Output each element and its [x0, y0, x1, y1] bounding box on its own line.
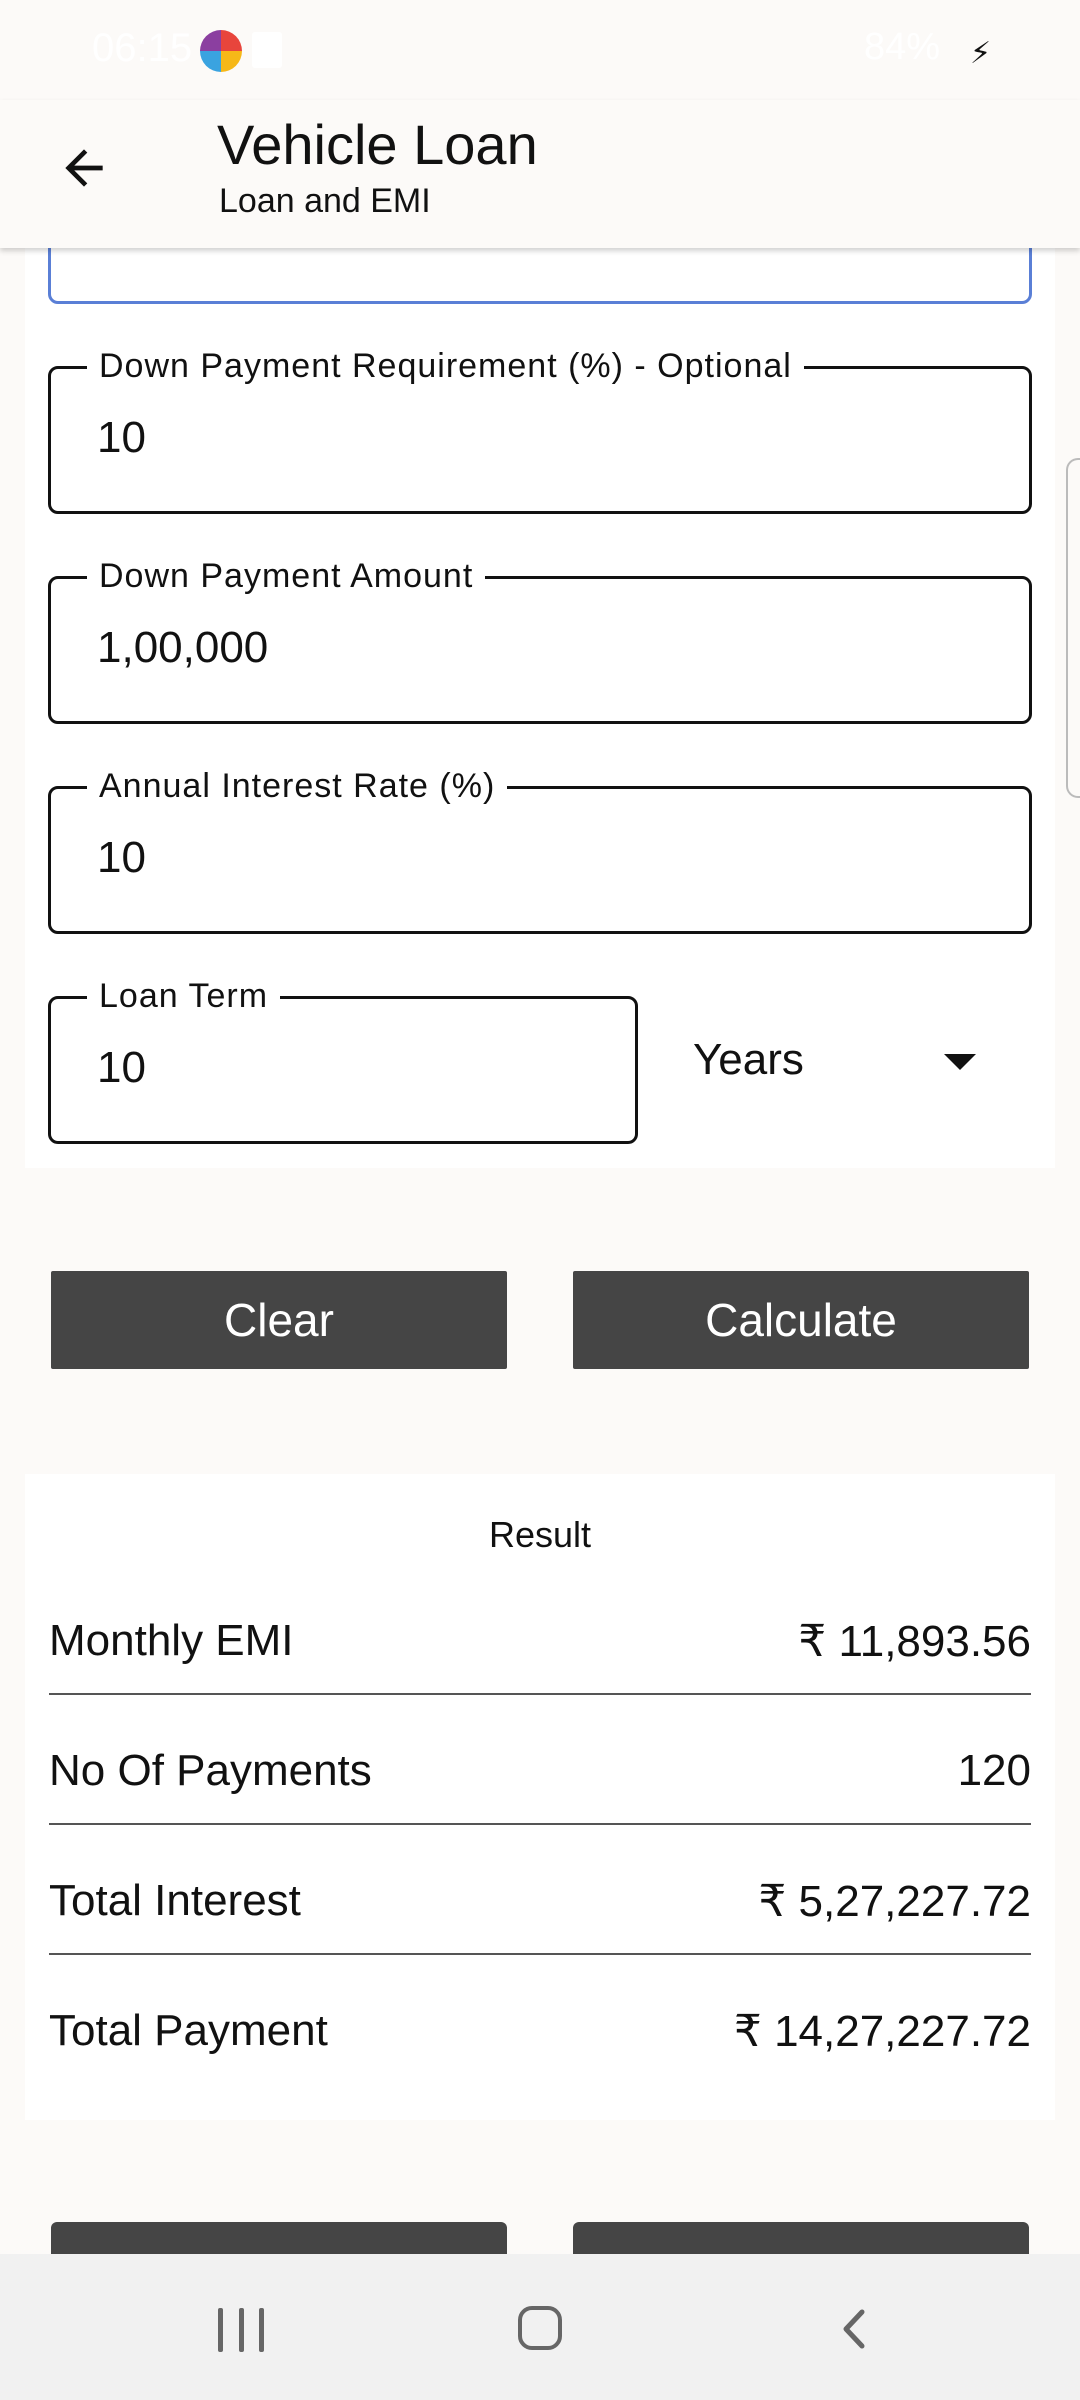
down-payment-requirement-field[interactable]: Down Payment Requirement (%) - Optional …: [48, 344, 1032, 514]
back-arrow-icon[interactable]: [44, 128, 124, 208]
result-row: Total Interest ₹ 5,27,227.72: [49, 1834, 1031, 1964]
page-subtitle: Loan and EMI: [219, 182, 431, 220]
loan-term-label: Loan Term: [87, 974, 281, 1018]
result-value: ₹ 5,27,227.72: [758, 1877, 1031, 1926]
home-icon[interactable]: [518, 2306, 562, 2350]
loan-term-value: 10: [97, 1043, 146, 1092]
interest-rate-field[interactable]: Annual Interest Rate (%) 10: [48, 764, 1032, 934]
result-label: Total Payment: [49, 2006, 328, 2055]
result-card: Result Monthly EMI ₹ 11,893.56 No Of Pay…: [25, 1474, 1055, 2120]
result-value: ₹ 14,27,227.72: [733, 2007, 1031, 2056]
calculate-button[interactable]: Calculate: [573, 1271, 1029, 1369]
result-label: Total Interest: [49, 1876, 301, 1925]
down-payment-amount-value: 1,00,000: [97, 623, 269, 672]
status-bar: 06:15 84% ⚡: [0, 0, 1080, 100]
result-row: Total Payment ₹ 14,27,227.72: [49, 1964, 1031, 2094]
input-card: Down Payment Requirement (%) - Optional …: [25, 120, 1055, 1168]
nav-back-icon[interactable]: [830, 2304, 880, 2354]
system-nav-bar: [0, 2254, 1080, 2400]
recent-apps-icon[interactable]: [218, 2308, 264, 2352]
result-row: No Of Payments 120: [49, 1704, 1031, 1834]
interest-rate-value: 10: [97, 833, 146, 882]
result-value: ₹ 11,893.56: [798, 1617, 1031, 1666]
down-payment-requirement-label: Down Payment Requirement (%) - Optional: [87, 344, 804, 388]
page-title: Vehicle Loan: [217, 113, 538, 176]
down-payment-amount-field[interactable]: Down Payment Amount 1,00,000: [48, 554, 1032, 724]
down-payment-requirement-value: 10: [97, 413, 146, 462]
term-unit-value: Years: [693, 1035, 804, 1084]
result-label: No Of Payments: [49, 1746, 372, 1795]
app-notification-icon: [200, 30, 242, 72]
battery-level: 84%: [863, 26, 940, 68]
result-title: Result: [488, 1514, 592, 1555]
divider: [49, 1823, 1031, 1825]
interest-rate-label: Annual Interest Rate (%): [87, 764, 508, 808]
app-bar: Vehicle Loan Loan and EMI: [0, 100, 1080, 248]
down-payment-amount-label: Down Payment Amount: [87, 554, 486, 598]
loan-term-field[interactable]: Loan Term 10: [48, 974, 638, 1144]
result-row: Monthly EMI ₹ 11,893.56: [49, 1574, 1031, 1704]
charging-icon: ⚡: [970, 37, 992, 70]
divider: [49, 1693, 1031, 1695]
notification-icon: [252, 32, 282, 68]
result-value: 120: [957, 1746, 1031, 1795]
status-time: 06:15: [92, 26, 193, 70]
result-label: Monthly EMI: [49, 1616, 294, 1665]
clear-button[interactable]: Clear: [51, 1271, 507, 1369]
dropdown-arrow-icon: [944, 1054, 976, 1070]
scroll-indicator[interactable]: [1066, 458, 1080, 798]
divider: [49, 1953, 1031, 1955]
